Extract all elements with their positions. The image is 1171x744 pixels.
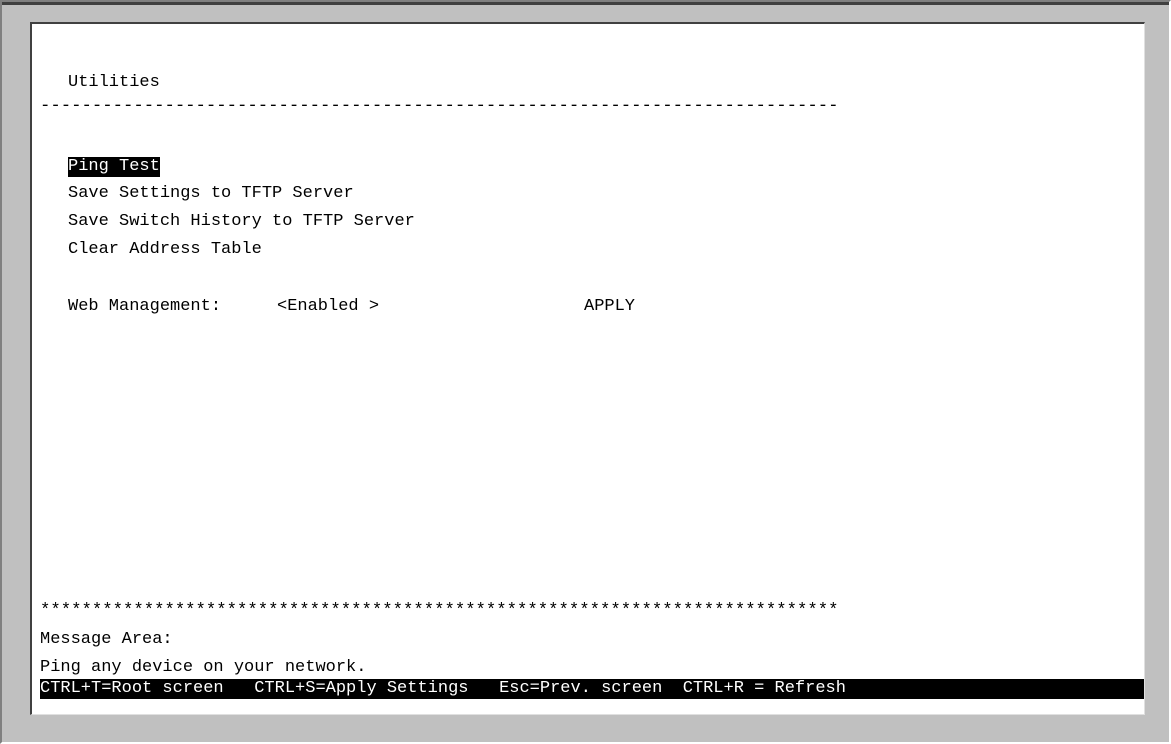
- shortcut-footer-bar: CTRL+T=Root screen CTRL+S=Apply Settings…: [40, 679, 1144, 699]
- title-separator: ----------------------------------------…: [40, 97, 839, 116]
- message-text: Ping any device on your network.: [40, 658, 367, 677]
- message-separator: ****************************************…: [40, 602, 839, 621]
- menu-item-save-settings-tftp[interactable]: Save Settings to TFTP Server: [68, 184, 354, 204]
- console-window-frame: Utilities ------------------------------…: [0, 0, 1171, 744]
- menu-item-ping-test[interactable]: Ping Test: [68, 157, 160, 177]
- menu-item-clear-address-table[interactable]: Clear Address Table: [68, 240, 262, 260]
- message-area-label: Message Area:: [40, 630, 173, 649]
- menu-item-save-history-tftp[interactable]: Save Switch History to TFTP Server: [68, 212, 415, 232]
- apply-button[interactable]: APPLY: [584, 297, 635, 317]
- web-management-label: Web Management:: [68, 297, 222, 316]
- page-title: Utilities: [68, 73, 160, 92]
- terminal-screen: Utilities ------------------------------…: [30, 22, 1145, 715]
- web-management-toggle[interactable]: <Enabled >: [277, 297, 379, 317]
